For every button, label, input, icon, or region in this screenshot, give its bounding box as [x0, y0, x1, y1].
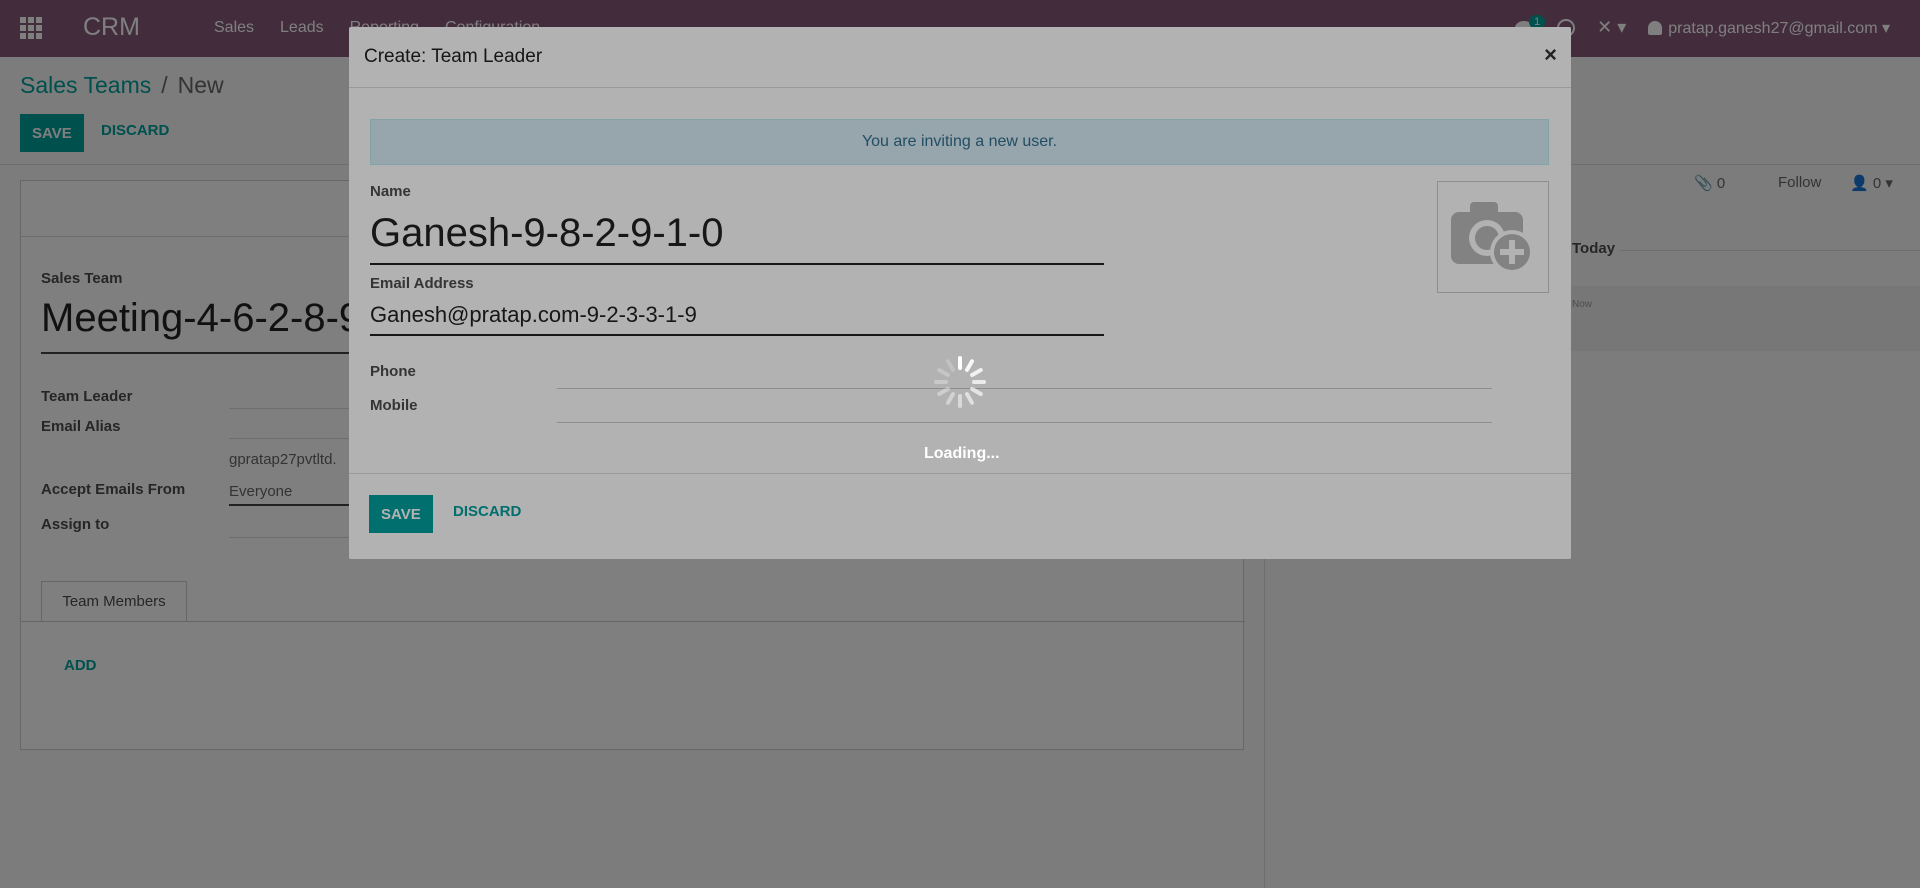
- loading-shade: [349, 27, 1571, 559]
- loading-spinner-icon: [934, 356, 986, 408]
- loading-text: Loading...: [924, 445, 1000, 462]
